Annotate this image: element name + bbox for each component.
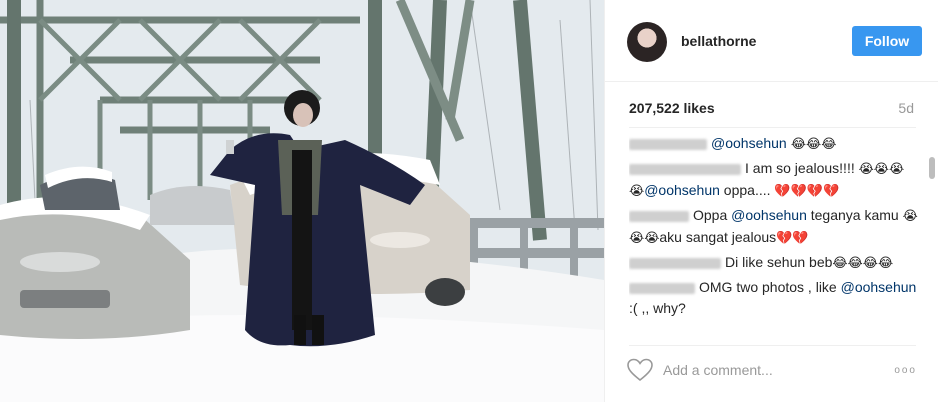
comment-item: OMG two photos , like @oohsehun :( ,, wh…	[629, 277, 919, 319]
mention-link[interactable]: @oohsehun	[841, 279, 917, 295]
comment-text: :( ,, why?	[629, 300, 686, 316]
comment-item: Di like sehun beb😂😂😂😂	[629, 252, 919, 274]
comments-list: @oohsehun 😂😂😂 I am so jealous!!!! 😭😭😭😭@oo…	[629, 133, 919, 333]
post-photo-image	[0, 0, 604, 402]
comment-author-blurred[interactable]	[629, 282, 695, 294]
post-side-panel: bellathorne Follow 207,522 likes 5d @ooh…	[604, 0, 938, 402]
comment-text: Oppa	[693, 207, 732, 223]
comment-text: I am so jealous!!!!	[745, 160, 859, 176]
comments-scrollbar[interactable]	[926, 133, 938, 333]
comment-text: teganya kamu	[806, 207, 903, 223]
comment-author-blurred[interactable]	[629, 163, 741, 175]
emoji-text: 💔💔💔💔	[774, 184, 840, 199]
instagram-post: bellathorne Follow 207,522 likes 5d @ooh…	[0, 0, 938, 402]
heart-outline-icon[interactable]	[627, 358, 653, 382]
username-link[interactable]: bellathorne	[681, 33, 756, 49]
comment-item: @oohsehun 😂😂😂	[629, 133, 919, 155]
comment-text: oppa....	[719, 182, 775, 198]
comment-text: Di like sehun beb	[725, 254, 833, 270]
comment-text: aku sangat jealous	[659, 229, 777, 245]
emoji-text: 😂😂😂😂	[832, 256, 894, 271]
comment-item: I am so jealous!!!! 😭😭😭😭@oohsehun oppa..…	[629, 158, 919, 202]
mention-link[interactable]: @oohsehun	[644, 182, 720, 198]
emoji-text: 💔💔	[776, 231, 809, 246]
comment-author-blurred[interactable]	[629, 210, 689, 222]
comment-author-blurred[interactable]	[629, 138, 707, 150]
mention-link[interactable]: @oohsehun	[731, 207, 807, 223]
add-comment-input[interactable]	[663, 359, 883, 381]
comment-text: OMG two photos , like	[699, 279, 841, 295]
likes-count[interactable]: 207,522 likes	[629, 100, 715, 116]
follow-button[interactable]: Follow	[852, 26, 922, 56]
comment-author-blurred[interactable]	[629, 257, 721, 269]
comment-item: Oppa @oohsehun teganya kamu 😭😭😭aku sanga…	[629, 205, 919, 249]
more-options-icon[interactable]: ooo	[894, 365, 917, 376]
divider	[629, 127, 916, 128]
avatar[interactable]	[627, 22, 667, 62]
emoji-text: 😂😂😂	[786, 137, 837, 152]
scrollbar-thumb[interactable]	[929, 157, 935, 179]
mention-link[interactable]: @oohsehun	[711, 135, 787, 151]
post-age[interactable]: 5d	[898, 100, 914, 116]
post-footer: ooo	[605, 345, 938, 402]
post-photo[interactable]	[0, 0, 604, 402]
post-header: bellathorne Follow	[605, 0, 938, 82]
